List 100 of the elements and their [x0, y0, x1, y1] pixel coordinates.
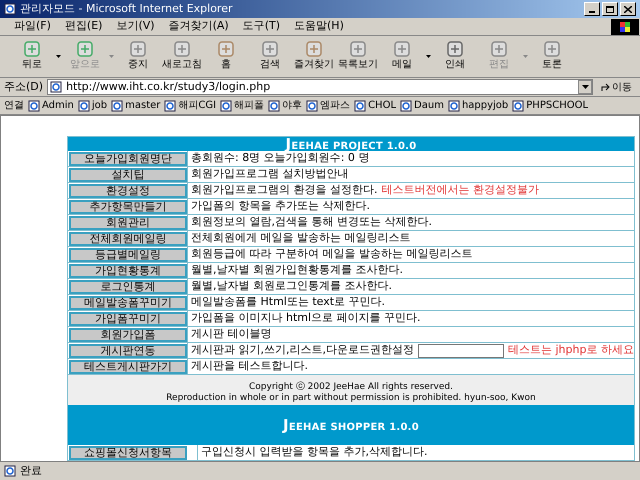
warning-note: 테스트는 jhphp로 하세요 — [508, 342, 634, 358]
toolbar-icon — [76, 41, 94, 57]
copyright-text: Reproduction in whole or in part without permission is prohibited. hyun-soo, Kwon — [166, 393, 536, 404]
row-description: 월별,날자별 회원가입현황통계를 조사한다. — [191, 262, 403, 278]
link-item[interactable]: 해피폴 — [234, 98, 264, 113]
toolbar-icon — [129, 41, 147, 57]
row-description: 게시판을 테스트합니다. — [191, 358, 308, 374]
row-description: 메일발송폼를 Html또는 text로 꾸민다. — [191, 294, 386, 310]
menu-button[interactable]: 게시판연동 — [69, 344, 187, 358]
link-item[interactable]: Daum — [414, 98, 444, 113]
menu-button[interactable]: 회원가입폼 — [69, 328, 187, 342]
toolbar-icon — [446, 41, 464, 57]
link-item[interactable]: CHOL — [368, 98, 396, 113]
row-description: 회원정보의 열람,검색을 통해 변경또는 삭제한다. — [191, 214, 432, 230]
page-icon — [512, 100, 524, 112]
window-title: 관리자모드 - Microsoft Internet Explorer — [20, 0, 234, 17]
go-button[interactable]: 이동 — [597, 80, 636, 94]
menu-button[interactable]: 추가항목만들기 — [69, 200, 187, 214]
page-icon — [220, 100, 232, 112]
toolbar-button[interactable]: 홈 — [204, 41, 248, 72]
page-icon — [4, 3, 16, 15]
row-description: 총회원수: 8명 오늘가입회원수: 0 명 — [191, 151, 370, 166]
toolbar-button[interactable]: 검색 — [248, 41, 292, 72]
link-item[interactable]: Admin — [42, 98, 74, 113]
page-icon — [400, 100, 412, 112]
menu-item[interactable]: 파일(F) — [14, 18, 51, 35]
menu-button[interactable]: 설치팁 — [69, 168, 187, 182]
menu-button[interactable]: 등급별메일링 — [69, 248, 187, 262]
menu-button[interactable]: 회원관리 — [69, 216, 187, 230]
menu-button[interactable]: 전체회원메일링 — [69, 232, 187, 246]
row-description: 가입폼을 이미지나 html으로 페이지를 꾸민다. — [191, 310, 421, 326]
page-icon — [448, 100, 460, 112]
toolbar-button[interactable]: 새로고침 — [160, 41, 204, 72]
toolbar-icon — [305, 41, 323, 57]
menu-button[interactable]: 오늘가입회원명단 — [69, 152, 187, 166]
link-item[interactable]: master — [125, 98, 160, 113]
menu-button[interactable]: 메일발송폼꾸미기 — [69, 296, 187, 310]
arrow-icon — [601, 83, 610, 91]
menu-item[interactable]: 보기(V) — [116, 18, 155, 35]
link-item[interactable]: 엠파스 — [320, 98, 350, 113]
menu-item[interactable]: 도움말(H) — [294, 18, 344, 35]
page-icon — [354, 100, 366, 112]
menu-item[interactable]: 도구(T) — [242, 18, 280, 35]
page-icon — [28, 100, 40, 112]
row-description: 회원가입프로그램 설치방법안내 — [191, 166, 348, 182]
page-icon — [78, 100, 90, 112]
row-description: 회원가입프로그램의 환경을 설정한다. — [191, 182, 378, 198]
status-text: 완료 — [20, 462, 42, 479]
toolbar-icon — [261, 41, 279, 57]
caret-icon — [109, 55, 114, 58]
row-description: 게시판 테이블명 — [191, 326, 272, 342]
menu-item[interactable]: 즐겨찾기(A) — [168, 18, 229, 35]
menu-button[interactable]: 환경설정 — [69, 184, 187, 198]
page-icon — [306, 100, 318, 112]
toolbar-button[interactable]: 중지 — [116, 41, 160, 72]
toolbar-icon — [23, 41, 41, 57]
link-item[interactable]: 해피CGI — [178, 98, 216, 113]
toolbar-button[interactable]: 즐겨찾기 — [292, 41, 336, 72]
page-icon — [111, 100, 124, 112]
caret-icon — [523, 55, 528, 58]
address-field[interactable]: http://www.iht.co.kr/study3/login.php — [47, 79, 593, 95]
toolbar-icon — [349, 41, 367, 57]
link-item[interactable]: happyjob — [462, 98, 508, 113]
menu-button[interactable]: 테스트게시판가기 — [69, 360, 187, 374]
link-item[interactable]: 야후 — [282, 98, 302, 113]
menu-button[interactable]: 가입현황통계 — [69, 264, 187, 278]
page-icon — [50, 81, 62, 93]
toolbar-button[interactable]: 메일 — [380, 41, 433, 72]
warning-note: 테스트버전에서는 환경설정불가 — [382, 182, 539, 198]
close-button[interactable] — [620, 2, 636, 16]
row-description: 가입폼의 항목을 추가또는 삭제한다. — [191, 198, 370, 214]
links-label: 연결 — [4, 99, 24, 113]
menu-button[interactable]: 쇼핑몰신청서항목 — [69, 446, 187, 460]
section-title: JEEHAE PROJECT 1.0.0 — [286, 134, 416, 153]
link-item[interactable]: job — [92, 98, 108, 113]
toolbar-icon — [490, 41, 508, 57]
menu-item[interactable]: 편집(E) — [64, 18, 102, 35]
link-item[interactable]: PHPSCHOOL — [526, 98, 588, 113]
row-description: 전체회원에게 메일을 발송하는 메일링리스트 — [191, 230, 410, 246]
minimize-button[interactable] — [584, 2, 600, 16]
row-description: 구입신청시 입력받을 항목을 추가,삭제합니다. — [201, 444, 428, 460]
toolbar-button[interactable]: 토론 — [530, 41, 574, 72]
page-icon — [4, 465, 16, 477]
input-field[interactable] — [418, 344, 504, 358]
menu-button[interactable]: 가입폼꾸미기 — [69, 312, 187, 326]
caret-icon — [582, 85, 588, 89]
toolbar-icon — [173, 41, 191, 57]
address-label: 주소(D) — [4, 78, 44, 95]
toolbar-icon — [543, 41, 561, 57]
toolbar-button[interactable]: 목록보기 — [336, 41, 380, 72]
toolbar-button[interactable]: 인쇄 — [433, 41, 477, 72]
maximize-button[interactable] — [602, 2, 618, 16]
caret-icon — [56, 55, 61, 58]
toolbar-button[interactable]: 뒤로 — [10, 41, 63, 72]
menu-button[interactable]: 로그인통계 — [69, 280, 187, 294]
page-icon — [164, 100, 176, 112]
browser-logo — [611, 18, 639, 34]
page-icon — [268, 100, 280, 112]
dropdown-button[interactable] — [578, 80, 592, 94]
close-icon — [624, 6, 632, 12]
